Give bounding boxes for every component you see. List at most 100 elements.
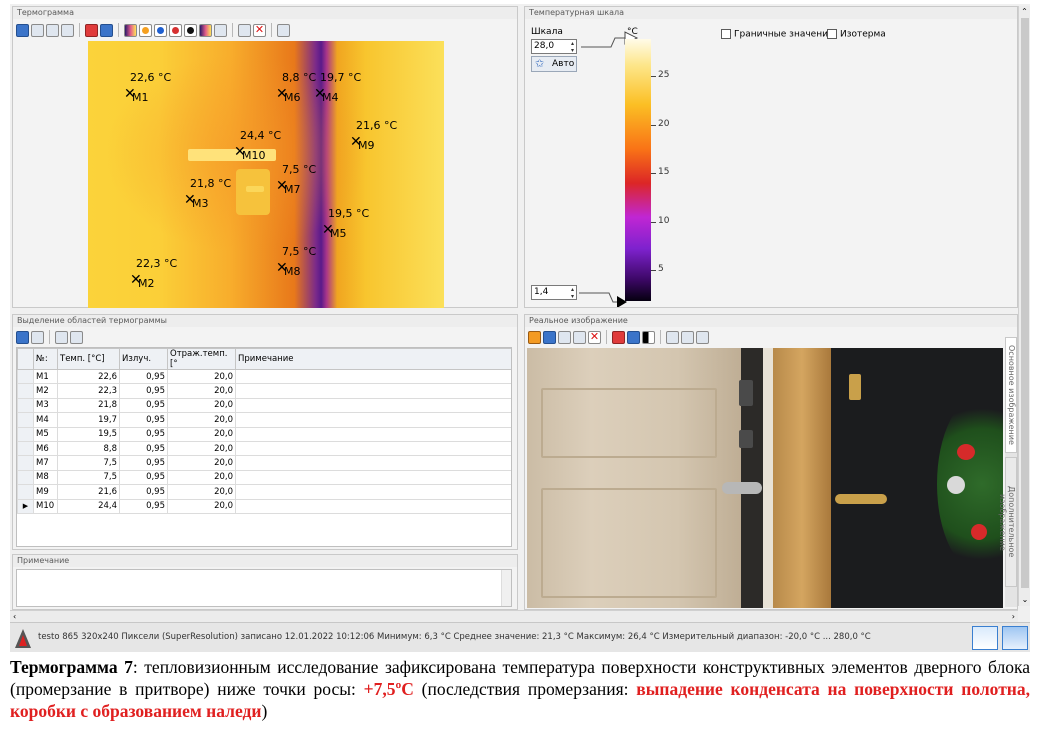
view-double-icon[interactable] <box>1002 626 1028 650</box>
tab-main-image[interactable]: Основное изображение <box>1005 337 1017 453</box>
column-header[interactable]: Отраж.темп. [° <box>167 348 236 370</box>
delete-icon[interactable]: ✕ <box>253 23 266 37</box>
table-cell[interactable]: 0,95 <box>119 397 168 414</box>
cold-spot-icon[interactable] <box>100 23 113 37</box>
table-cell[interactable]: M2 <box>33 383 58 399</box>
table-cell[interactable]: M3 <box>33 397 58 414</box>
table-cell[interactable]: 0,95 <box>119 498 168 514</box>
table-row[interactable]: M2 22,3 0,95 20,0 <box>17 383 511 399</box>
profile-icon[interactable] <box>214 23 227 37</box>
copy-icon[interactable] <box>31 23 44 37</box>
tab-additional-image[interactable]: Дополнительное изображение <box>998 457 1017 587</box>
table-cell[interactable]: 24,4 <box>57 498 120 514</box>
table-cell[interactable]: 20,0 <box>167 440 236 457</box>
hot-spot-icon[interactable] <box>85 23 98 37</box>
table-cell[interactable] <box>235 397 511 414</box>
scrollbar-thumb[interactable] <box>1021 18 1029 588</box>
table-cell[interactable] <box>235 383 511 399</box>
scroll-up-icon[interactable]: ⌃ <box>1019 6 1030 18</box>
table-cell[interactable]: 20,0 <box>167 412 236 428</box>
table-cell[interactable]: 20,0 <box>167 469 236 486</box>
scale-max-input[interactable]: 28,0 <box>531 39 577 54</box>
table-row[interactable]: M5 19,5 0,95 20,0 <box>17 426 511 442</box>
save-icon[interactable] <box>543 330 556 344</box>
table-row[interactable]: M8 7,5 0,95 20,0 <box>17 469 511 486</box>
table-cell[interactable] <box>235 484 511 500</box>
limits-checkbox-box[interactable] <box>721 29 731 39</box>
zoom-out-icon[interactable] <box>681 330 694 344</box>
thermogram-image[interactable]: ✕ 22,6 °C M1 ✕ 22,3 °C M2 ✕ 21,8 °C M3 ✕ 19,7 °C M4… <box>88 41 444 308</box>
table-cell[interactable]: 20,0 <box>167 426 236 442</box>
table-row[interactable]: M6 8,8 0,95 20,0 <box>17 440 511 457</box>
table-cell[interactable]: 0,95 <box>119 383 168 399</box>
table-cell[interactable]: 20,0 <box>167 498 236 514</box>
table-cell[interactable]: 8,8 <box>57 440 120 457</box>
table-cell[interactable]: 21,8 <box>57 397 120 414</box>
paste-icon[interactable] <box>573 330 586 344</box>
table-cell[interactable]: M10 <box>33 498 58 514</box>
save-icon[interactable] <box>16 23 29 37</box>
table-cell[interactable]: 0,95 <box>119 412 168 428</box>
table-cell[interactable] <box>235 440 511 457</box>
isotherm-checkbox[interactable]: Изотерма <box>827 29 886 40</box>
table-cell[interactable]: 0,95 <box>119 440 168 457</box>
auto-button[interactable]: ✩ Авто <box>531 56 577 72</box>
table-cell[interactable]: 7,5 <box>57 455 120 471</box>
table-cell[interactable]: 22,6 <box>57 368 120 385</box>
table-cell[interactable]: 0,95 <box>119 426 168 442</box>
table-cell[interactable]: M4 <box>33 412 58 428</box>
delete-area-icon[interactable] <box>55 330 68 344</box>
table-row[interactable]: M4 19,7 0,95 20,0 <box>17 412 511 428</box>
table-row[interactable]: M3 21,8 0,95 20,0 <box>17 397 511 414</box>
column-header[interactable]: Примечание <box>235 348 511 370</box>
copy-icon[interactable] <box>558 330 571 344</box>
copy-icon[interactable] <box>31 330 44 344</box>
image-settings-icon[interactable] <box>46 23 59 37</box>
marker-alt-icon[interactable] <box>627 330 640 344</box>
scroll-left-icon[interactable]: ‹ <box>13 611 16 622</box>
table-cell[interactable] <box>235 455 511 471</box>
table-cell[interactable]: 7,5 <box>57 469 120 486</box>
scale-min-input[interactable]: 1,4 <box>531 285 577 300</box>
table-cell[interactable]: 20,0 <box>167 484 236 500</box>
table-cell[interactable]: M9 <box>33 484 58 500</box>
cold-marker-icon[interactable] <box>154 23 167 37</box>
limits-checkbox[interactable]: Граничные значения <box>721 29 833 40</box>
delete-icon[interactable]: ✕ <box>588 330 601 344</box>
palette-icon[interactable] <box>124 23 137 37</box>
note-scrollbar[interactable] <box>501 570 511 606</box>
table-cell[interactable]: 0,95 <box>119 368 168 385</box>
marker-icon[interactable] <box>612 330 625 344</box>
isotherm-checkbox-box[interactable] <box>827 29 837 39</box>
open-icon[interactable] <box>528 330 541 344</box>
hot-marker-icon[interactable] <box>139 23 152 37</box>
table-row[interactable]: M1 22,6 0,95 20,0 <box>17 368 511 385</box>
column-header[interactable]: №: <box>33 348 58 370</box>
table-row[interactable]: M9 21,6 0,95 20,0 <box>17 484 511 500</box>
horizontal-scrollbar[interactable]: ‹ › <box>10 610 1018 622</box>
table-cell[interactable]: 20,0 <box>167 455 236 471</box>
table-cell[interactable] <box>235 469 511 486</box>
edit-area-icon[interactable] <box>70 330 83 344</box>
histogram-icon[interactable] <box>199 23 212 37</box>
no-marker-icon[interactable] <box>184 23 197 37</box>
view-single-icon[interactable] <box>972 626 998 650</box>
vertical-scrollbar[interactable]: ⌃ ⌄ <box>1018 6 1030 606</box>
contrast-icon[interactable] <box>642 330 655 344</box>
note-textarea[interactable] <box>16 569 512 607</box>
grid-icon[interactable] <box>277 23 290 37</box>
save-icon[interactable] <box>16 330 29 344</box>
table-cell[interactable]: M5 <box>33 426 58 442</box>
table-cell[interactable]: 0,95 <box>119 455 168 471</box>
table-cell[interactable] <box>235 368 511 385</box>
scroll-right-icon[interactable]: › <box>1012 611 1015 622</box>
column-header[interactable]: Темп. [°C] <box>57 348 120 370</box>
table-cell[interactable]: 20,0 <box>167 397 236 414</box>
table-cell[interactable]: 0,95 <box>119 484 168 500</box>
table-cell[interactable]: 21,6 <box>57 484 120 500</box>
table-cell[interactable]: M7 <box>33 455 58 471</box>
table-row[interactable]: M7 7,5 0,95 20,0 <box>17 455 511 471</box>
scroll-down-icon[interactable]: ⌄ <box>1019 594 1030 606</box>
point-marker-icon[interactable] <box>169 23 182 37</box>
column-header[interactable]: Излуч. <box>119 348 168 370</box>
